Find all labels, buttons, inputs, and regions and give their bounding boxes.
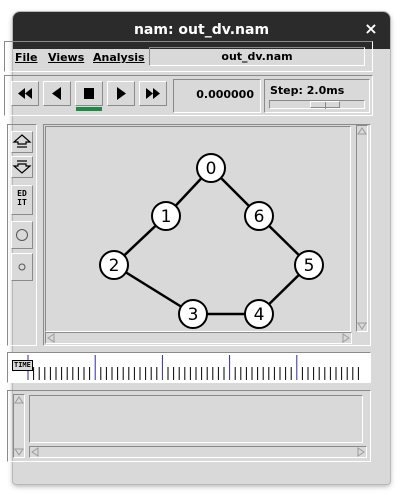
scroll-left-icon	[47, 333, 55, 343]
edit-label-line2: IT	[17, 198, 27, 207]
network-graph: 0 1 6 2 5 3 4	[99, 153, 324, 329]
node-small-button[interactable]	[11, 253, 33, 281]
node-large-button[interactable]	[11, 221, 33, 249]
play-backward-button[interactable]	[43, 81, 71, 106]
scroll-up-icon	[14, 396, 24, 404]
scroll-right-icon	[342, 333, 350, 343]
scroll-left-icon	[31, 447, 39, 457]
time-marker[interactable]: TIME	[12, 360, 33, 371]
edit-button[interactable]: ED IT	[11, 185, 33, 215]
annotation-horizontal-scrollbar[interactable]	[29, 446, 367, 458]
node-5[interactable]: 5	[294, 250, 324, 280]
step-slider[interactable]	[269, 100, 365, 109]
zoom-in-button[interactable]	[11, 131, 33, 153]
filename-display: out_dv.nam	[149, 47, 365, 66]
fast-forward-button[interactable]	[139, 81, 167, 106]
node-label: 4	[254, 305, 265, 325]
rewind-button[interactable]	[11, 81, 39, 106]
time-display: 0.000000	[173, 79, 261, 113]
menu-analysis[interactable]: Analysis	[93, 51, 145, 64]
scroll-up-icon	[357, 127, 367, 135]
step-slider-thumb[interactable]	[310, 101, 340, 109]
zoom-in-icon	[12, 134, 32, 148]
node-label: 3	[188, 305, 199, 325]
stop-button[interactable]	[75, 81, 103, 106]
annotation-vertical-scrollbar[interactable]	[13, 394, 25, 458]
node-2[interactable]: 2	[99, 250, 129, 280]
play-forward-button[interactable]	[107, 81, 135, 106]
scroll-down-icon	[357, 322, 367, 330]
playback-controls: 0.000000 Step: 2.0ms	[4, 75, 373, 116]
tool-panel: ED IT	[7, 124, 37, 346]
node-4[interactable]: 4	[244, 299, 274, 329]
node-small-icon	[18, 263, 26, 271]
node-1[interactable]: 1	[151, 201, 181, 231]
play-backward-icon	[52, 87, 61, 100]
network-canvas[interactable]: 0 1 6 2 5 3 4	[45, 126, 351, 332]
step-control: Step: 2.0ms	[264, 79, 370, 113]
menu-file[interactable]: File	[15, 51, 38, 64]
scroll-down-icon	[14, 448, 24, 456]
fast-forward-icon	[146, 88, 160, 99]
step-label: Step: 2.0ms	[270, 84, 345, 97]
canvas-vertical-scrollbar[interactable]	[356, 125, 368, 332]
edit-label-line1: ED	[17, 189, 27, 198]
node-label: 1	[161, 207, 172, 227]
close-button[interactable]: ×	[362, 20, 380, 38]
timeline-ticks	[27, 355, 359, 380]
annotation-list[interactable]	[29, 395, 363, 443]
scroll-right-icon	[357, 447, 365, 457]
timeline[interactable]: TIME	[7, 352, 371, 383]
node-label: 0	[206, 159, 217, 179]
node-label: 2	[109, 256, 120, 276]
node-3[interactable]: 3	[178, 299, 208, 329]
node-label: 6	[254, 207, 265, 227]
node-label: 5	[304, 256, 315, 276]
window-title: nam: out_dv.nam	[133, 22, 270, 38]
node-large-icon	[16, 229, 28, 241]
menu-views[interactable]: Views	[48, 51, 84, 64]
stop-active-indicator	[76, 107, 102, 111]
stop-icon	[84, 88, 94, 99]
rewind-icon	[18, 88, 32, 99]
play-forward-icon	[117, 87, 126, 100]
canvas-horizontal-scrollbar[interactable]	[45, 332, 352, 344]
edit-icon: ED IT	[12, 186, 32, 207]
menu-bar: File Views Analysis out_dv.nam	[4, 41, 373, 72]
zoom-out-button[interactable]	[11, 156, 33, 178]
node-6[interactable]: 6	[244, 201, 274, 231]
node-0[interactable]: 0	[196, 153, 226, 183]
zoom-out-icon	[12, 160, 32, 174]
